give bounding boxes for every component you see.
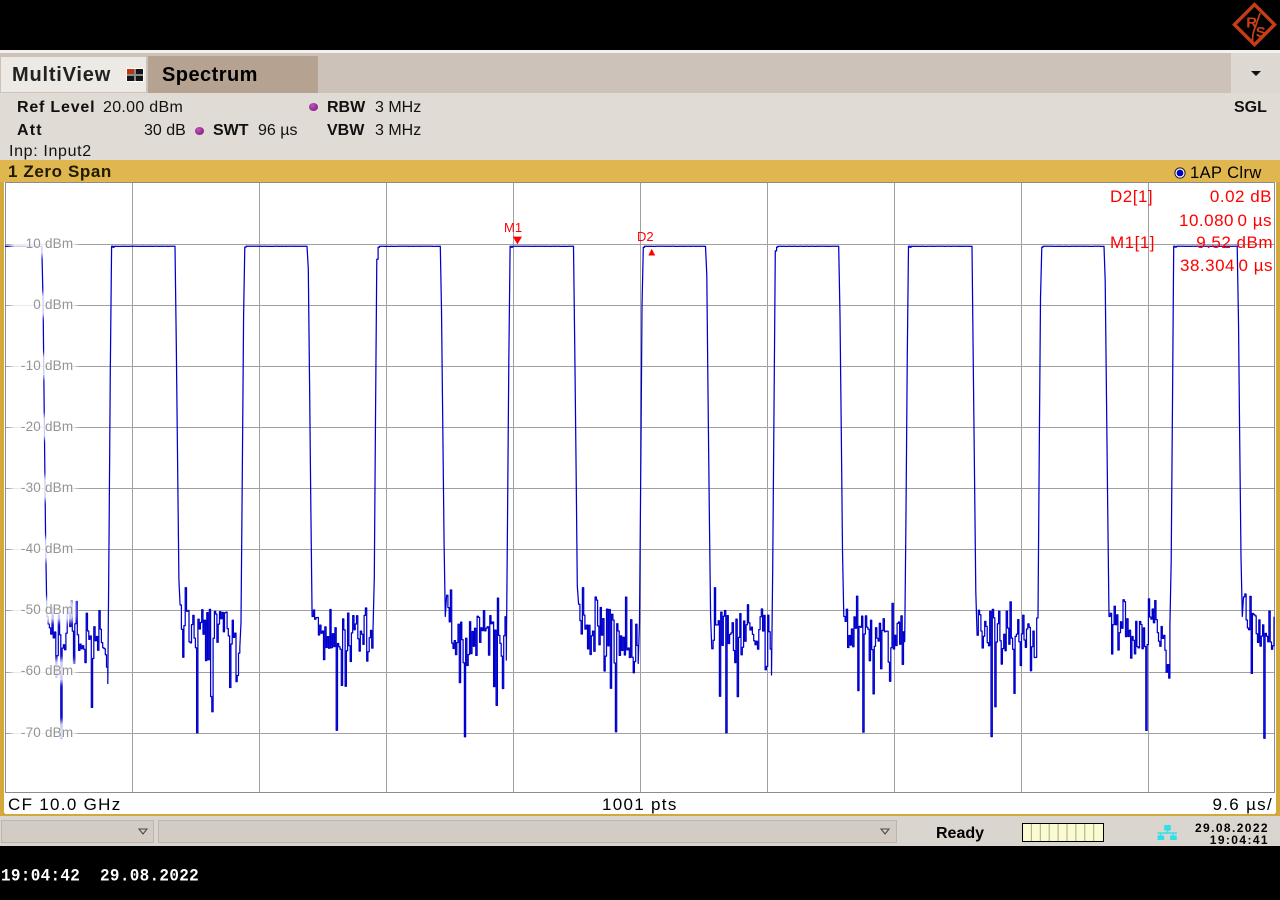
- svg-text:S: S: [1256, 24, 1266, 41]
